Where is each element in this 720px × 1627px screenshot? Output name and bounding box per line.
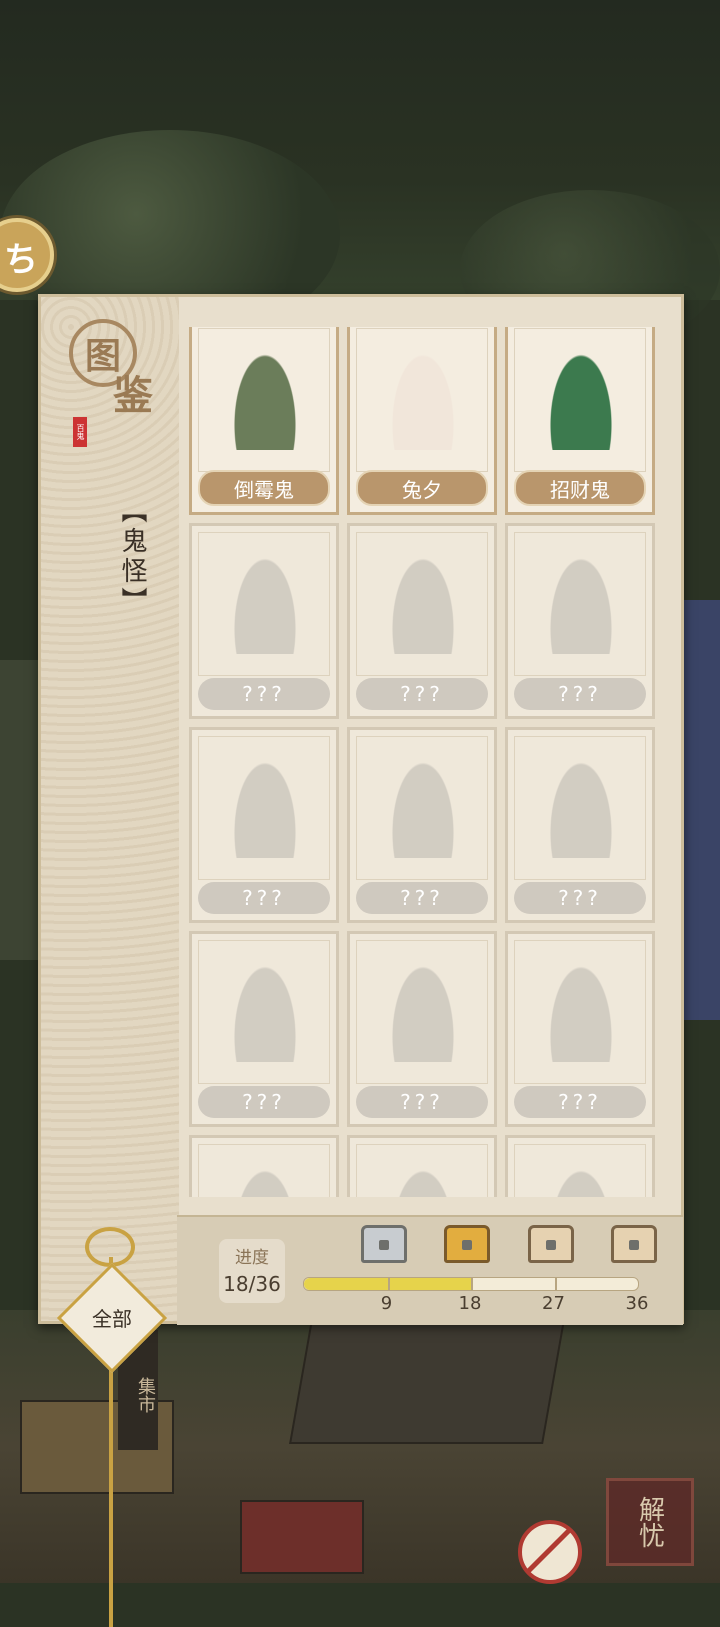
seal-stamp: 百鬼 [73,417,87,447]
market-roof [289,1320,565,1444]
ghost-card[interactable]: ??? [347,523,497,719]
ghost-card[interactable]: 兔夕 [347,327,497,515]
ghost-card[interactable]: ??? [505,931,655,1127]
milestone-label: 27 [542,1293,565,1314]
progress-count: 18/36 [223,1272,281,1296]
background-building-left [0,660,40,960]
ghost-name-label: ??? [356,882,488,914]
collection-panel: 图 鉴 百鬼 图鉴 【鬼怪】 全部 倒霉鬼兔夕招财鬼??????????????… [38,294,684,1627]
ghost-silhouette-icon [390,962,456,1062]
panel-sidebar: 图 鉴 百鬼 图鉴 【鬼怪】 全部 [41,297,179,1627]
ghost-silhouette-icon [548,962,614,1062]
milestone-label: 18 [458,1293,482,1314]
progress-tick [471,1278,473,1290]
ghost-card[interactable] [189,1135,339,1197]
ghost-card[interactable]: ??? [505,727,655,923]
ghost-name-label: ??? [514,882,646,914]
ghost-card[interactable]: ??? [505,523,655,719]
ghost-silhouette-icon [232,758,298,858]
ghost-silhouette-icon [548,554,614,654]
ghost-name-label: ??? [198,1086,330,1118]
ghost-card[interactable]: ??? [189,727,339,923]
wood-chest-icon[interactable] [611,1225,657,1263]
panel-title: 图 鉴 百鬼 [69,319,157,447]
ghost-name-label: ??? [356,678,488,710]
ghost-portrait-icon [390,350,456,450]
progress-badge: 进度 18/36 [219,1239,285,1303]
milestone-label: 36 [625,1293,649,1314]
ghost-grid[interactable]: 倒霉鬼 兔夕 招财鬼??????????????????????????? [189,327,665,1197]
milestone-label: 9 [380,1293,393,1314]
ghost-silhouette-icon [232,554,298,654]
forbidden-icon[interactable] [518,1520,582,1584]
ghost-name-label: 招财鬼 [514,470,646,506]
progress-label: 进度 [235,1248,269,1268]
ghost-card[interactable]: ??? [189,931,339,1127]
gold-chest-icon[interactable] [444,1225,490,1263]
ghost-card[interactable]: 倒霉鬼 [189,327,339,515]
filter-label[interactable]: 全部 [73,1303,151,1332]
progress-tick [554,1278,557,1290]
ghost-name-label: 倒霉鬼 [198,470,330,506]
wood-chest-icon[interactable] [527,1225,574,1263]
ghost-name-label: ??? [514,1086,646,1118]
ghost-silhouette-icon [548,1166,614,1197]
ghost-silhouette-icon [232,962,298,1062]
ghost-silhouette-icon [548,758,614,858]
ghost-name-label: ??? [514,678,646,710]
ghost-name-label: 兔夕 [356,470,488,506]
ghost-card[interactable] [505,1135,655,1197]
market-stall-red [240,1500,364,1574]
ghost-silhouette-icon [390,1166,456,1197]
ghost-card[interactable]: ??? [347,931,497,1127]
ghost-silhouette-icon [390,758,456,858]
background-building-right [684,600,720,1020]
ghost-silhouette-icon [390,554,456,654]
ghost-portrait-icon [232,350,298,450]
ghost-silhouette-icon [232,1166,298,1197]
ghost-name-label: ??? [356,1086,488,1118]
ghost-card[interactable]: ??? [347,727,497,923]
title-char-2: 鉴 [113,372,153,419]
ghost-name-label: ??? [198,882,330,914]
ghost-portrait-icon [548,350,614,450]
ghost-name-label: ??? [198,678,330,710]
silver-chest-icon[interactable] [360,1225,407,1263]
category-tab[interactable]: 【鬼怪】 [117,497,151,617]
progress-bar [303,1277,639,1291]
ghost-card[interactable] [347,1135,497,1197]
ghost-card[interactable]: 招财鬼 [505,327,655,515]
ghost-card[interactable]: ??? [189,523,339,719]
knot-icon [85,1227,135,1267]
progress-tick [387,1278,390,1290]
progress-section: 进度 18/36 9 18 27 36 [177,1215,683,1325]
jieyou-button[interactable]: 解忧 [606,1478,694,1566]
